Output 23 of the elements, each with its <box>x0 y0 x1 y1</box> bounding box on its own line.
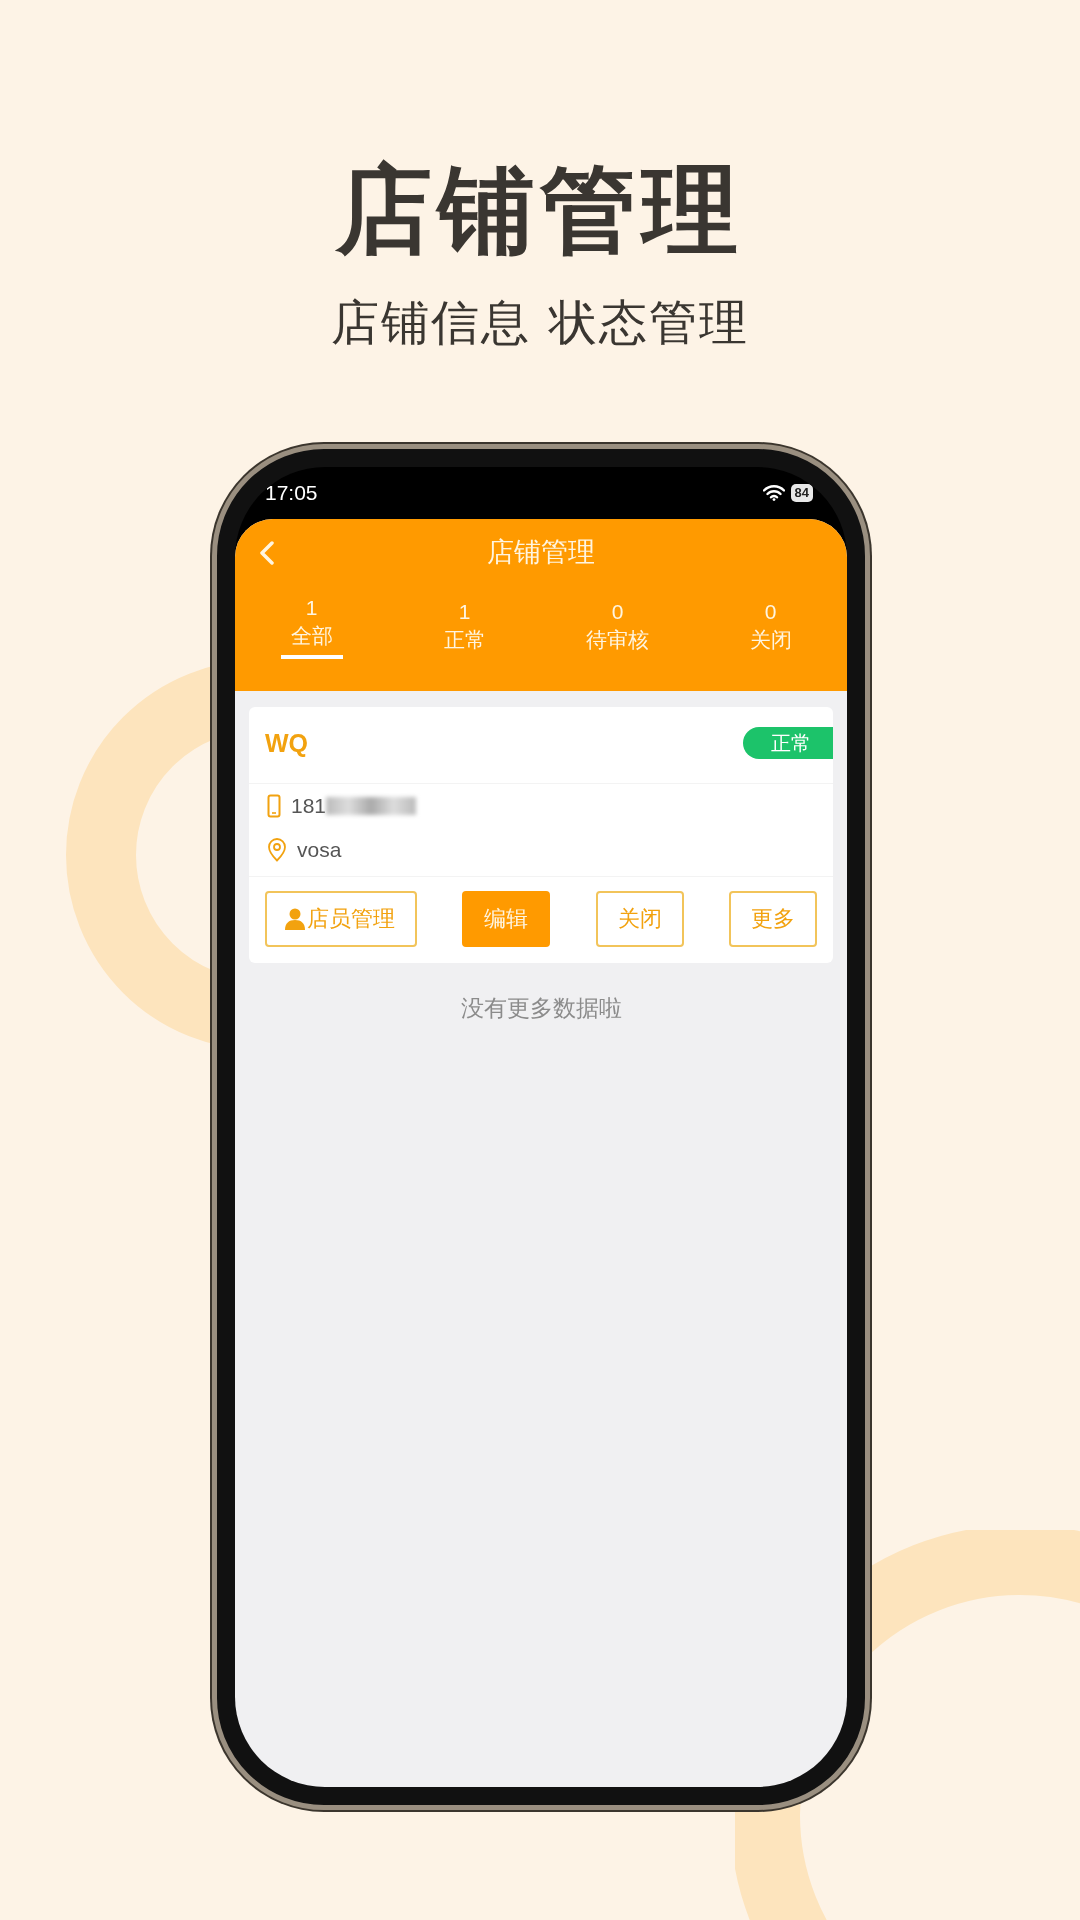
person-icon <box>285 908 305 930</box>
action-button[interactable]: 更多 <box>729 891 817 947</box>
headline: 店铺管理 <box>336 153 744 268</box>
edit-button[interactable]: 编辑 <box>462 891 551 947</box>
wifi-icon <box>762 485 785 501</box>
battery-level: 84 <box>790 484 813 502</box>
filter-tab[interactable]: 1 正常 <box>388 585 541 691</box>
action-button[interactable]: 关闭 <box>595 891 684 947</box>
phone-icon <box>267 794 281 818</box>
filter-tab[interactable]: 0 待审核 <box>541 585 694 691</box>
filter-tab[interactable]: 1 全部 <box>235 585 388 691</box>
store-address: vosa <box>297 838 342 862</box>
screen-title: 店铺管理 <box>487 535 595 569</box>
back-icon[interactable] <box>259 541 275 565</box>
phone-number: 181 <box>291 794 327 818</box>
subheadline: 店铺信息 状态管理 <box>331 293 749 352</box>
staff-button[interactable]: 店员管理 <box>265 891 417 947</box>
filter-tab[interactable]: 0 关闭 <box>694 585 847 691</box>
status-time: 17:05 <box>265 481 318 505</box>
end-of-list-note: 没有更多数据啦 <box>460 994 622 1023</box>
status-badge: 正常 <box>743 727 833 759</box>
location-pin-icon <box>267 838 287 862</box>
store-name: WQ <box>265 728 309 758</box>
